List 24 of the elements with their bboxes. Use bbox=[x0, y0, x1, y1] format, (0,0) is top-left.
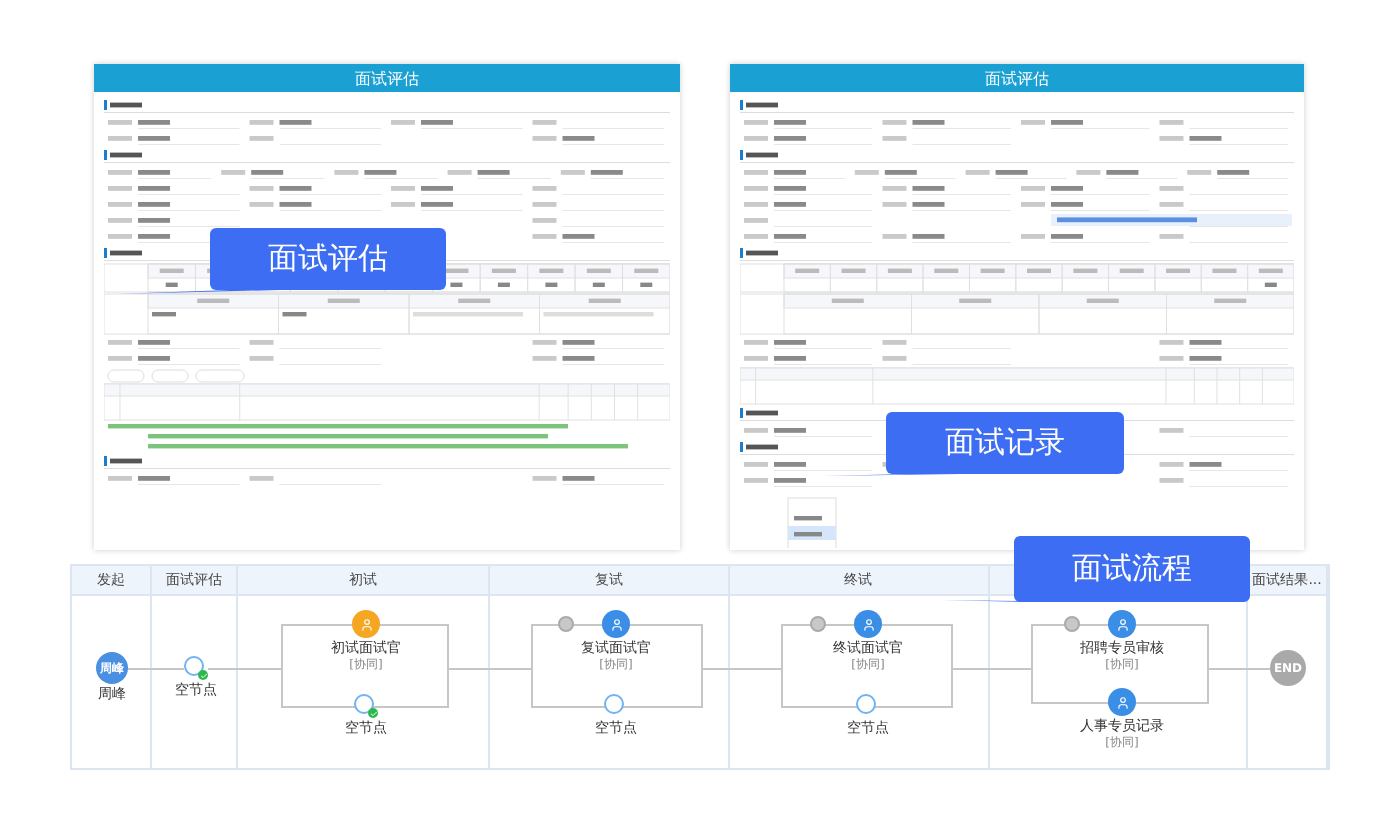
person-icon bbox=[609, 617, 623, 631]
callout-label: 面试评估 bbox=[210, 228, 446, 290]
form-title: 面试评估 bbox=[985, 67, 1049, 89]
empty-node[interactable] bbox=[354, 694, 378, 718]
gate-icon bbox=[1064, 616, 1080, 632]
form-title: 面试评估 bbox=[355, 67, 419, 89]
person-icon bbox=[359, 617, 373, 631]
check-icon bbox=[198, 670, 208, 680]
callout-label: 面试记录 bbox=[886, 412, 1124, 474]
task-node[interactable] bbox=[352, 610, 380, 638]
task-node[interactable] bbox=[1108, 688, 1136, 716]
empty-node[interactable] bbox=[184, 656, 208, 680]
task-node[interactable] bbox=[810, 610, 882, 638]
task-node[interactable] bbox=[1064, 610, 1136, 638]
gate-icon bbox=[558, 616, 574, 632]
person-icon bbox=[1115, 617, 1129, 631]
empty-node[interactable] bbox=[604, 694, 628, 718]
person-icon bbox=[861, 617, 875, 631]
gate-icon bbox=[810, 616, 826, 632]
person-icon bbox=[1115, 695, 1129, 709]
task-node[interactable] bbox=[558, 610, 630, 638]
check-icon bbox=[368, 708, 378, 718]
callout-label: 面试流程 bbox=[1014, 536, 1250, 602]
empty-node[interactable] bbox=[856, 694, 880, 718]
